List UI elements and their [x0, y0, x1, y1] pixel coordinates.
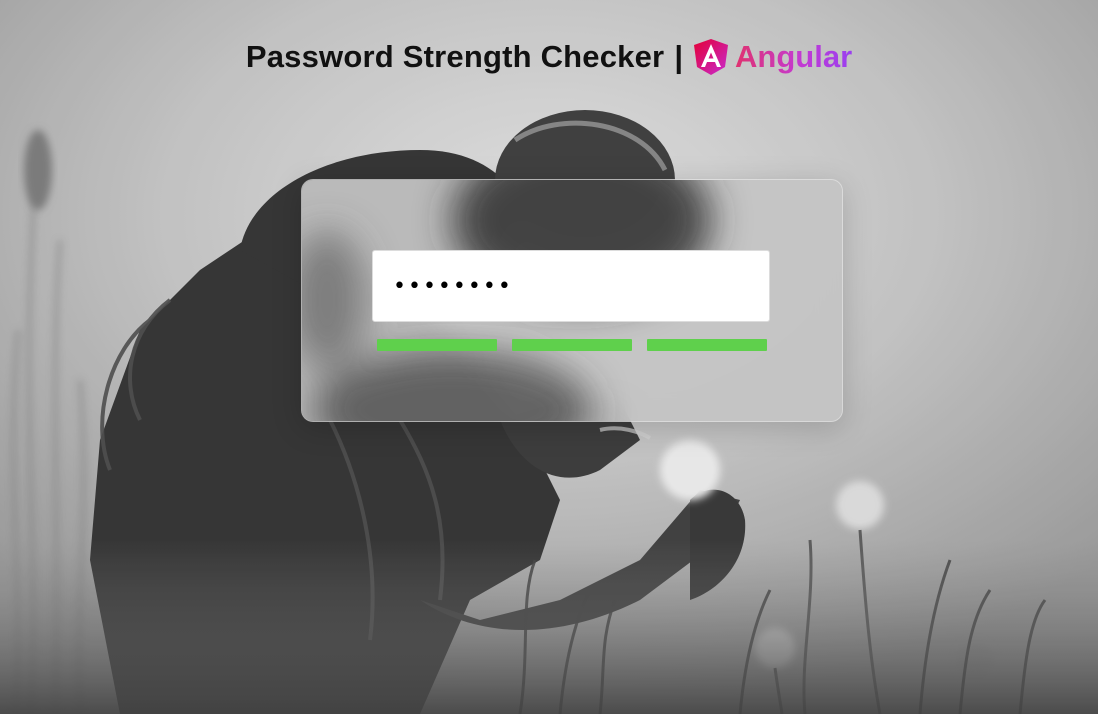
strength-segment-2 [512, 339, 632, 351]
page-header: Password Strength Checker | Angular [0, 38, 1098, 76]
strength-segment-3 [647, 339, 767, 351]
title-separator: | [674, 39, 684, 74]
angular-wordmark: Angular [735, 39, 853, 74]
password-input[interactable] [372, 250, 770, 322]
strength-meter [377, 339, 767, 351]
page-title: Password Strength Checker [245, 39, 665, 74]
angular-icon [694, 39, 729, 75]
angular-brand: Angular [693, 38, 852, 76]
strength-segment-1 [377, 339, 497, 351]
password-card [301, 179, 843, 422]
